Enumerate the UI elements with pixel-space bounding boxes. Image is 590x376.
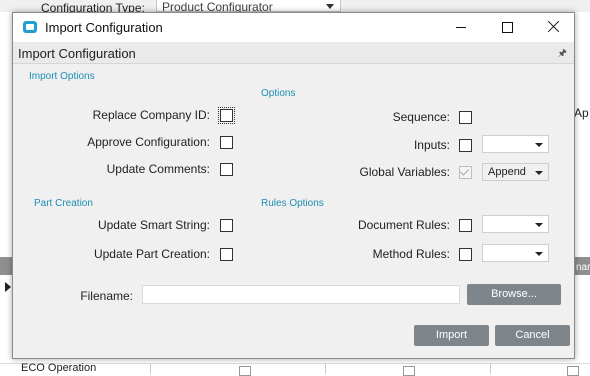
document-rules-checkbox[interactable] <box>459 219 472 232</box>
app-icon <box>23 21 37 33</box>
rules-options-header: Rules Options <box>261 198 324 209</box>
panel-header: Import Configuration 🖈 <box>13 42 574 64</box>
chevron-down-icon <box>535 252 543 256</box>
title-bar[interactable]: Import Configuration <box>13 13 574 42</box>
inputs-dropdown[interactable] <box>482 135 549 153</box>
part-creation-header: Part Creation <box>34 198 93 209</box>
import-configuration-dialog: Import Configuration Import Configuratio… <box>12 12 575 359</box>
sequence-checkbox[interactable] <box>459 111 472 124</box>
global-variables-checkbox[interactable] <box>459 166 472 179</box>
update-comments-checkbox[interactable] <box>220 163 233 176</box>
minimize-button[interactable] <box>438 13 484 42</box>
panel-title: Import Configuration <box>18 46 136 61</box>
pin-icon[interactable]: 🖈 <box>558 46 567 63</box>
close-icon <box>547 20 560 33</box>
update-smart-string-label: Update Smart String: <box>97 218 210 232</box>
configuration-type-select[interactable]: Product Configurator <box>156 0 341 13</box>
close-button[interactable] <box>530 13 576 42</box>
global-variables-dropdown-value: Append <box>488 166 526 178</box>
approve-configuration-label: Approve Configuration: <box>87 135 210 149</box>
grid-checkbox[interactable] <box>567 366 579 376</box>
grid-header-cut-text: nar <box>576 262 590 273</box>
grid-checkbox[interactable] <box>239 366 251 376</box>
method-rules-dropdown[interactable] <box>482 244 549 262</box>
chevron-down-icon <box>326 4 334 9</box>
chevron-down-icon <box>535 223 543 227</box>
approve-configuration-checkbox[interactable] <box>220 136 233 149</box>
update-part-creation-label: Update Part Creation: <box>93 247 210 261</box>
maximize-icon <box>502 22 513 33</box>
global-variables-dropdown[interactable]: Append <box>482 163 549 181</box>
document-rules-label: Document Rules: <box>357 218 450 232</box>
maximize-button[interactable] <box>484 13 530 42</box>
import-options-header: Import Options <box>29 71 95 82</box>
background-cut-text: Ap <box>574 106 589 120</box>
inputs-label: Inputs: <box>413 138 450 152</box>
chevron-down-icon <box>535 143 543 147</box>
minimize-icon <box>456 27 466 28</box>
grid-divider <box>150 364 151 374</box>
filename-label: Filename: <box>80 289 133 303</box>
chevron-down-icon <box>535 171 543 175</box>
import-button[interactable]: Import <box>414 325 489 346</box>
window-title: Import Configuration <box>45 20 163 35</box>
grid-divider <box>325 364 326 374</box>
sequence-label: Sequence: <box>392 110 450 124</box>
filename-input[interactable] <box>142 285 460 304</box>
document-rules-dropdown[interactable] <box>482 215 549 233</box>
update-comments-label: Update Comments: <box>106 162 210 176</box>
inputs-checkbox[interactable] <box>459 139 472 152</box>
grid-divider <box>490 364 491 374</box>
replace-company-id-checkbox[interactable] <box>218 107 235 124</box>
global-variables-label: Global Variables: <box>359 165 451 179</box>
update-part-creation-checkbox[interactable] <box>220 248 233 261</box>
browse-button[interactable]: Browse... <box>467 284 561 305</box>
method-rules-checkbox[interactable] <box>459 248 472 261</box>
check-icon <box>459 166 470 176</box>
row-selector-icon <box>5 282 11 292</box>
method-rules-label: Method Rules: <box>372 247 450 261</box>
options-header: Options <box>261 88 296 99</box>
replace-company-id-label: Replace Company ID: <box>92 108 210 122</box>
cancel-button[interactable]: Cancel <box>495 325 570 346</box>
grid-checkbox[interactable] <box>403 366 415 376</box>
eco-operation-label: ECO Operation <box>21 362 97 374</box>
update-smart-string-checkbox[interactable] <box>220 219 233 232</box>
